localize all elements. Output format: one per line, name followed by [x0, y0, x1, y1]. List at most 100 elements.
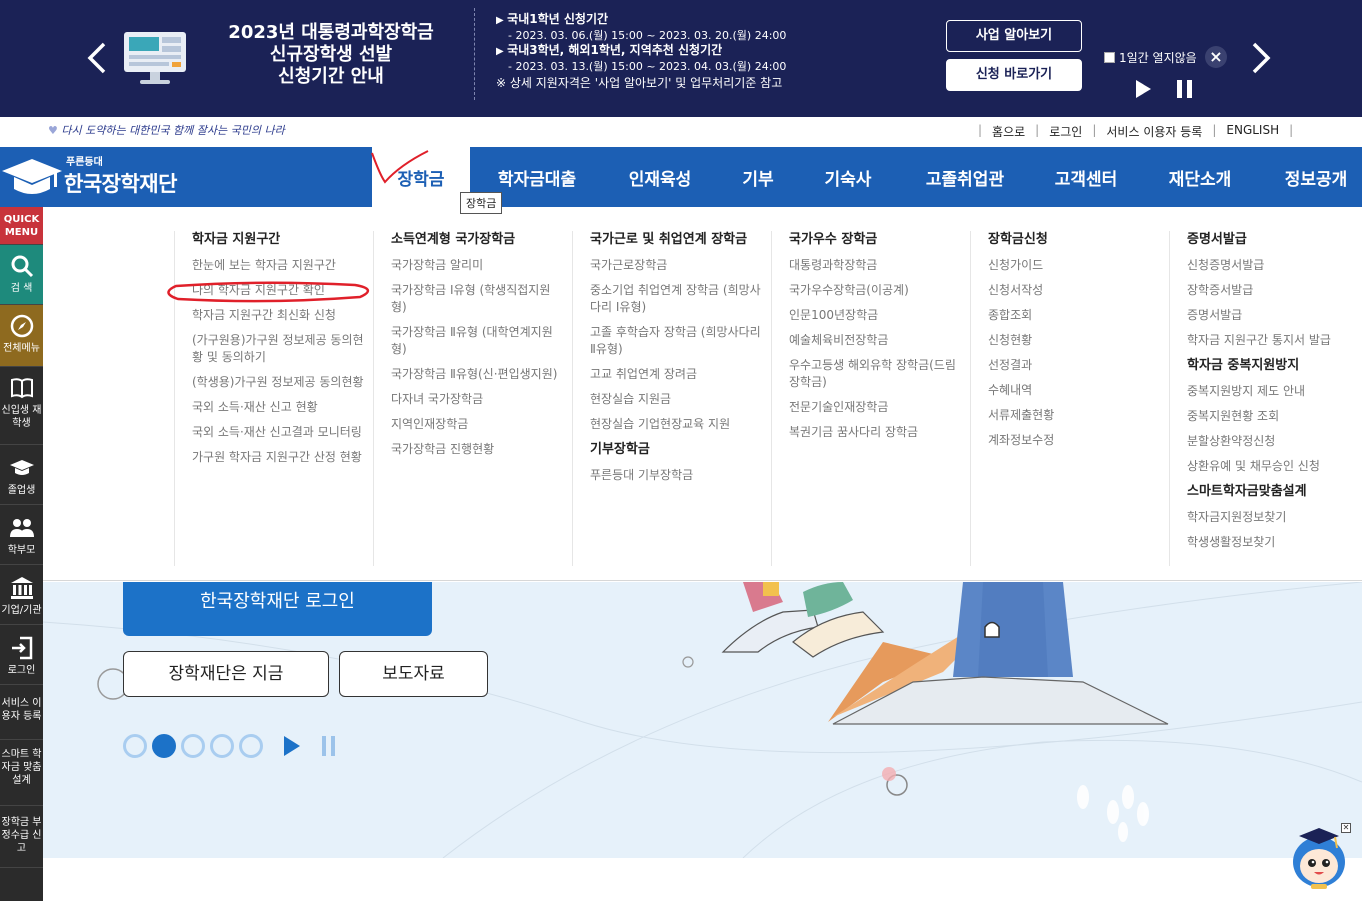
mega-menu-link[interactable]: 고졸 후학습자 장학금 (희망사다리 Ⅱ유형) — [590, 324, 765, 358]
mega-menu-link[interactable]: 수혜내역 — [988, 382, 1163, 399]
mega-menu-link[interactable]: 신청가이드 — [988, 257, 1163, 274]
kosaf-login-button[interactable]: 한국장학재단 로그인 — [123, 582, 432, 636]
mega-menu-link[interactable]: 우수고등생 해외유학 장학금(드림장학금) — [789, 357, 964, 391]
site-logo[interactable]: 푸른등대 한국장학재단 — [0, 147, 372, 207]
play-icon[interactable] — [283, 735, 301, 757]
mega-menu-link[interactable]: 종합조회 — [988, 307, 1163, 324]
slide-dot-active[interactable] — [152, 734, 176, 758]
mega-menu-link[interactable]: 현장실습 지원금 — [590, 391, 765, 408]
apply-now-button[interactable]: 신청 바로가기 — [946, 59, 1082, 91]
mega-menu-link[interactable]: 신청현황 — [988, 332, 1163, 349]
mega-menu-link[interactable]: 국외 소득·재산 신고결과 모니터링 — [192, 424, 367, 441]
gnb-about[interactable]: 재단소개 — [1154, 147, 1246, 207]
quick-smart-design[interactable]: 스마트 학자금 맞춤설계 — [0, 740, 43, 806]
mega-menu-link[interactable]: 고교 취업연계 장려금 — [590, 366, 765, 383]
pause-icon[interactable] — [1175, 78, 1195, 100]
mega-menu-heading[interactable]: 학자금 지원구간 — [192, 231, 367, 249]
mega-menu-link[interactable]: 학자금 지원구간 통지서 발급 — [1187, 332, 1362, 349]
mega-menu-link[interactable]: 가구원 학자금 지원구간 산정 현황 — [192, 449, 367, 466]
mega-menu-link[interactable]: 국가우수장학금(이공계) — [789, 282, 964, 299]
play-icon[interactable] — [1133, 78, 1153, 100]
checkbox-box[interactable] — [1104, 52, 1115, 63]
mega-menu-link[interactable]: 증명서발급 — [1187, 307, 1362, 324]
press-release-button[interactable]: 보도자료 — [339, 651, 488, 697]
mega-menu-link[interactable]: 학생생활정보찾기 — [1187, 534, 1362, 551]
quick-service-register[interactable]: 서비스 이용자 등록 — [0, 685, 43, 740]
home-link[interactable]: 홈으로 — [992, 123, 1025, 140]
slide-dot[interactable] — [239, 734, 263, 758]
service-user-register-link[interactable]: 서비스 이용자 등록 — [1106, 123, 1202, 140]
slide-dot[interactable] — [210, 734, 234, 758]
mega-menu-link[interactable]: 지역인재장학금 — [391, 416, 566, 433]
quick-business[interactable]: 기업/기관 — [0, 565, 43, 625]
mega-menu-link[interactable]: 국가장학금 Ⅱ유형 (대학연계지원형) — [391, 324, 566, 358]
mega-menu-link[interactable]: 현장실습 기업현장교육 지원 — [590, 416, 765, 433]
quick-graduates[interactable]: 졸업생 — [0, 445, 43, 505]
mega-menu-link[interactable]: 중복지원현황 조회 — [1187, 408, 1362, 425]
gnb-dormitory[interactable]: 기숙사 — [806, 147, 890, 207]
mega-menu-link[interactable]: 복권기금 꿈사다리 장학금 — [789, 424, 964, 441]
gnb-customer-center[interactable]: 고객센터 — [1040, 147, 1132, 207]
mega-menu-link[interactable]: 계좌정보수정 — [988, 432, 1163, 449]
gnb-talent[interactable]: 인재육성 — [610, 147, 710, 207]
mega-menu-heading[interactable]: 국가근로 및 취업연계 장학금 — [590, 231, 765, 249]
mega-menu-heading[interactable]: 스마트학자금맞춤설계 — [1187, 483, 1362, 501]
login-link[interactable]: 로그인 — [1049, 123, 1082, 140]
chatbot-mascot-icon[interactable] — [1287, 824, 1351, 890]
mega-menu-heading[interactable]: 소득연계형 국가장학금 — [391, 231, 566, 249]
mega-menu-link[interactable]: 국외 소득·재산 신고 현황 — [192, 399, 367, 416]
mega-menu-link[interactable]: 나의 학자금 지원구간 확인 — [192, 282, 367, 299]
mega-menu-link[interactable]: 국가장학금 진행현황 — [391, 441, 566, 458]
slide-dot[interactable] — [181, 734, 205, 758]
mega-menu-link[interactable]: 국가장학금 Ⅰ유형 (학생직접지원형) — [391, 282, 566, 316]
quick-all-menu[interactable]: 전체메뉴 — [0, 305, 43, 367]
gnb-high-school-jobs[interactable]: 고졸취업관 — [910, 147, 1020, 207]
quick-students[interactable]: 신입생 재학생 — [0, 367, 43, 445]
mega-menu-link[interactable]: 신청증명서발급 — [1187, 257, 1362, 274]
mega-menu-link[interactable]: 중복지원방지 제도 안내 — [1187, 383, 1362, 400]
mega-menu-link[interactable]: (학생용)가구원 정보제공 동의현황 — [192, 374, 367, 391]
slide-dot[interactable] — [123, 734, 147, 758]
foundation-now-button[interactable]: 장학재단은 지금 — [123, 651, 329, 697]
mega-menu-link[interactable]: 서류제출현황 — [988, 407, 1163, 424]
gnb-scholarship[interactable]: 장학금 — [372, 147, 470, 207]
mega-menu-link[interactable]: 한눈에 보는 학자금 지원구간 — [192, 257, 367, 274]
mega-menu-heading[interactable]: 국가우수 장학금 — [789, 231, 964, 249]
mega-menu-link[interactable]: 대통령과학장학금 — [789, 257, 964, 274]
quick-login[interactable]: 로그인 — [0, 625, 43, 685]
banner-title[interactable]: 2023년 대통령과학장학금 신규장학생 선발 신청기간 안내 — [200, 22, 462, 88]
mega-menu-heading[interactable]: 증명서발급 — [1187, 231, 1362, 249]
mega-menu-link[interactable]: 국가장학금 알리미 — [391, 257, 566, 274]
mascot-close-icon[interactable]: ✕ — [1341, 823, 1351, 833]
close-icon[interactable]: × — [1205, 46, 1227, 68]
quick-search[interactable]: 검 색 — [0, 245, 43, 305]
mega-menu-heading[interactable]: 장학금신청 — [988, 231, 1163, 249]
gnb-donation[interactable]: 기부 — [728, 147, 788, 207]
mega-menu-link[interactable]: 학자금지원정보찾기 — [1187, 509, 1362, 526]
mega-menu-link[interactable]: 다자녀 국가장학금 — [391, 391, 566, 408]
mega-menu-heading[interactable]: 학자금 중복지원방지 — [1187, 357, 1362, 375]
quick-fraud-report[interactable]: 장학금 부정수급 신고 — [0, 806, 43, 868]
mega-menu-link[interactable]: 전문기술인재장학금 — [789, 399, 964, 416]
mega-menu-link[interactable]: 중소기업 취업연계 장학금 (희망사다리 Ⅰ유형) — [590, 282, 765, 316]
mega-menu-link[interactable]: 학자금 지원구간 최신화 신청 — [192, 307, 367, 324]
mega-menu-link[interactable]: 인문100년장학금 — [789, 307, 964, 324]
mega-menu-link[interactable]: 예술체육비전장학금 — [789, 332, 964, 349]
pause-icon[interactable] — [321, 735, 337, 757]
mega-menu-link[interactable]: 선정결과 — [988, 357, 1163, 374]
banner-next-icon[interactable] — [1246, 38, 1276, 78]
quick-parents[interactable]: 학부모 — [0, 505, 43, 565]
mega-menu-link[interactable]: 분할상환약정신청 — [1187, 433, 1362, 450]
learn-program-button[interactable]: 사업 알아보기 — [946, 20, 1082, 52]
gnb-disclosure[interactable]: 정보공개 — [1270, 147, 1362, 207]
mega-menu-link[interactable]: 국가근로장학금 — [590, 257, 765, 274]
mega-menu-link[interactable]: 푸른등대 기부장학금 — [590, 467, 765, 484]
mega-menu-link[interactable]: (가구원용)가구원 정보제공 동의현황 및 동의하기 — [192, 332, 367, 366]
mega-menu-link[interactable]: 신청서작성 — [988, 282, 1163, 299]
mega-menu-link[interactable]: 장학증서발급 — [1187, 282, 1362, 299]
english-link[interactable]: ENGLISH — [1226, 123, 1279, 140]
banner-prev-icon[interactable] — [82, 38, 112, 78]
mega-menu-heading[interactable]: 기부장학금 — [590, 441, 765, 459]
mega-menu-link[interactable]: 상환유예 및 채무승인 신청 — [1187, 458, 1362, 475]
mega-menu-link[interactable]: 국가장학금 Ⅱ유형(신·편입생지원) — [391, 366, 566, 383]
